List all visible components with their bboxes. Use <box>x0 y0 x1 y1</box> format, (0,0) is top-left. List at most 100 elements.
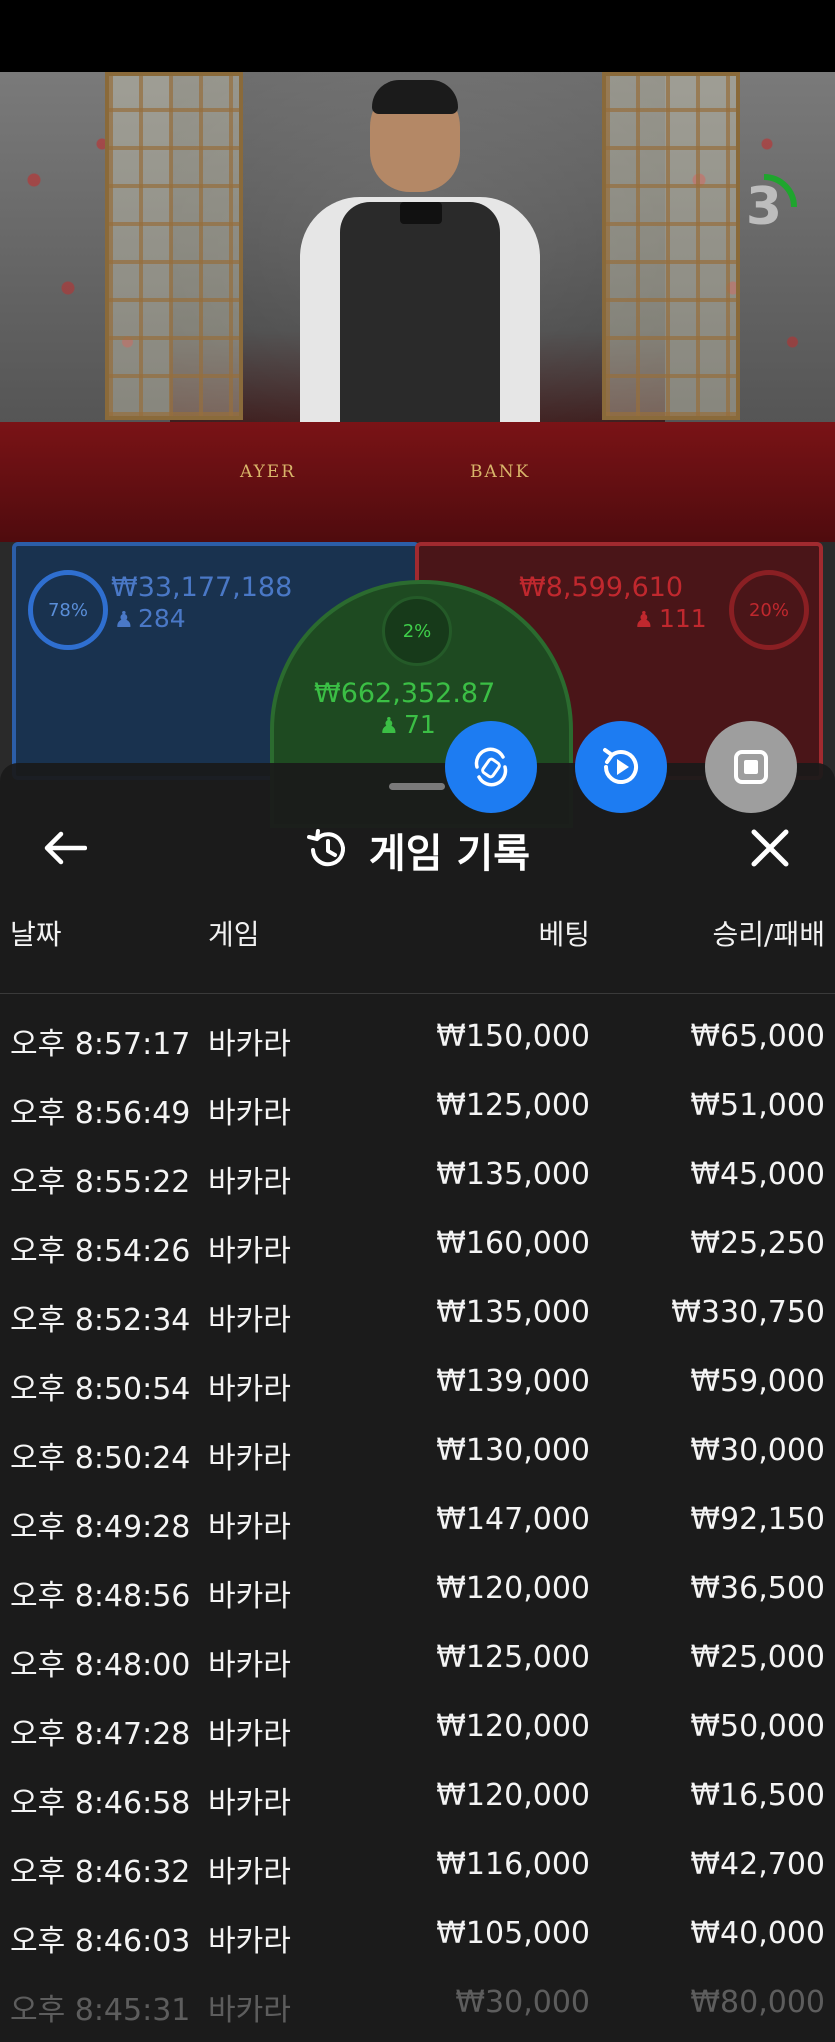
rotate-icon <box>474 747 508 787</box>
row-date: 오후 8:48:00 <box>10 1648 191 1683</box>
row-bet: ₩120,000 <box>436 1709 590 1744</box>
row-result: ₩16,500 <box>690 1778 825 1813</box>
table-felt: AYER BANK <box>0 422 835 542</box>
history-row[interactable]: 오후 8:57:17 바카라 ₩150,000 ₩65,000 <box>0 1011 835 1080</box>
column-bet: 베팅 <box>538 918 590 951</box>
history-row[interactable]: 오후 8:45:31 바카라 ₩30,000 ₩80,000 <box>0 1977 835 2042</box>
row-result: ₩25,000 <box>690 1640 825 1675</box>
row-bet: ₩139,000 <box>436 1364 590 1399</box>
history-row[interactable]: 오후 8:48:00 바카라 ₩125,000 ₩25,000 <box>0 1632 835 1701</box>
row-game: 바카라 <box>208 1165 291 1200</box>
row-game: 바카라 <box>208 1855 291 1890</box>
row-game: 바카라 <box>208 1786 291 1821</box>
banker-percent-ring: 20% <box>729 570 809 650</box>
user-icon: ♟ <box>114 608 134 633</box>
replay-button[interactable] <box>575 721 667 813</box>
row-bet: ₩135,000 <box>436 1295 590 1330</box>
row-date: 오후 8:46:32 <box>10 1855 191 1890</box>
row-game: 바카라 <box>208 1027 291 1062</box>
tie-count: 71 <box>404 710 436 739</box>
row-bet: ₩130,000 <box>436 1433 590 1468</box>
row-game: 바카라 <box>208 1372 291 1407</box>
player-count: 284 <box>138 604 186 633</box>
banker-amount: ₩8,599,610 <box>519 572 684 603</box>
row-result: ₩80,000 <box>690 1985 825 2020</box>
row-result: ₩36,500 <box>690 1571 825 1606</box>
player-felt-label: AYER <box>240 462 297 482</box>
row-game: 바카라 <box>208 1717 291 1752</box>
banker-felt-label: BANK <box>470 462 531 482</box>
row-game: 바카라 <box>208 1303 291 1338</box>
banker-count: 111 <box>659 604 707 633</box>
row-result: ₩30,000 <box>690 1433 825 1468</box>
rotate-button[interactable] <box>445 721 537 813</box>
row-bet: ₩116,000 <box>436 1847 590 1882</box>
user-icon: ♟ <box>634 608 654 633</box>
row-date: 오후 8:56:49 <box>10 1096 191 1131</box>
row-game: 바카라 <box>208 1993 291 2028</box>
live-video: AYER BANK 3 <box>0 72 835 542</box>
row-result: ₩59,000 <box>690 1364 825 1399</box>
stop-icon <box>734 750 768 784</box>
row-result: ₩92,150 <box>690 1502 825 1537</box>
panel-header: 게임 기록 <box>0 803 835 893</box>
row-date: 오후 8:46:03 <box>10 1924 191 1959</box>
history-row[interactable]: 오후 8:56:49 바카라 ₩125,000 ₩51,000 <box>0 1080 835 1149</box>
row-result: ₩330,750 <box>671 1295 825 1330</box>
lattice-screen-left <box>105 72 243 420</box>
history-row[interactable]: 오후 8:49:28 바카라 ₩147,000 ₩92,150 <box>0 1494 835 1563</box>
row-result: ₩25,250 <box>690 1226 825 1261</box>
header-divider <box>0 993 835 994</box>
history-icon <box>306 829 345 867</box>
stop-button[interactable] <box>705 721 797 813</box>
column-date: 날짜 <box>10 918 62 951</box>
row-date: 오후 8:54:26 <box>10 1234 191 1269</box>
tie-amount: ₩662,352.87 <box>314 678 496 709</box>
history-row[interactable]: 오후 8:50:24 바카라 ₩130,000 ₩30,000 <box>0 1425 835 1494</box>
column-game: 게임 <box>208 918 260 951</box>
row-result: ₩40,000 <box>690 1916 825 1951</box>
dealer <box>300 80 540 462</box>
history-row[interactable]: 오후 8:46:58 바카라 ₩120,000 ₩16,500 <box>0 1770 835 1839</box>
drag-handle[interactable] <box>389 783 445 790</box>
row-result: ₩51,000 <box>690 1088 825 1123</box>
row-date: 오후 8:45:31 <box>10 1993 191 2028</box>
history-row[interactable]: 오후 8:46:03 바카라 ₩105,000 ₩40,000 <box>0 1908 835 1977</box>
row-bet: ₩120,000 <box>436 1571 590 1606</box>
row-result: ₩50,000 <box>690 1709 825 1744</box>
history-row[interactable]: 오후 8:52:34 바카라 ₩135,000 ₩330,750 <box>0 1287 835 1356</box>
history-row[interactable]: 오후 8:48:56 바카라 ₩120,000 ₩36,500 <box>0 1563 835 1632</box>
countdown-timer: 3 <box>729 172 799 242</box>
row-result: ₩42,700 <box>690 1847 825 1882</box>
user-icon: ♟ <box>379 714 399 739</box>
history-row[interactable]: 오후 8:50:54 바카라 ₩139,000 ₩59,000 <box>0 1356 835 1425</box>
row-game: 바카라 <box>208 1234 291 1269</box>
row-date: 오후 8:50:24 <box>10 1441 191 1476</box>
row-game: 바카라 <box>208 1441 291 1476</box>
row-date: 오후 8:55:22 <box>10 1165 191 1200</box>
player-amount: ₩33,177,188 <box>111 572 293 603</box>
replay-icon <box>603 748 638 784</box>
history-row[interactable]: 오후 8:54:26 바카라 ₩160,000 ₩25,250 <box>0 1218 835 1287</box>
row-bet: ₩125,000 <box>436 1088 590 1123</box>
row-bet: ₩30,000 <box>455 1985 590 2020</box>
row-bet: ₩125,000 <box>436 1640 590 1675</box>
history-row[interactable]: 오후 8:46:32 바카라 ₩116,000 ₩42,700 <box>0 1839 835 1908</box>
panel-title-group: 게임 기록 <box>0 821 835 879</box>
status-bar <box>0 0 835 72</box>
row-result: ₩65,000 <box>690 1019 825 1054</box>
player-percent-ring: 78% <box>28 570 108 650</box>
close-button[interactable] <box>745 823 795 873</box>
column-result: 승리/패배 <box>712 918 825 951</box>
row-game: 바카라 <box>208 1510 291 1545</box>
history-row[interactable]: 오후 8:55:22 바카라 ₩135,000 ₩45,000 <box>0 1149 835 1218</box>
timer-value: 3 <box>745 177 783 237</box>
row-game: 바카라 <box>208 1096 291 1131</box>
tie-percent-ring: 2% <box>382 596 452 666</box>
row-bet: ₩120,000 <box>436 1778 590 1813</box>
history-list: 오후 8:57:17 바카라 ₩150,000 ₩65,000 오후 8:56:49 바카… <box>0 1011 835 2042</box>
row-bet: ₩105,000 <box>436 1916 590 1951</box>
row-game: 바카라 <box>208 1579 291 1614</box>
panel-title: 게임 기록 <box>368 831 531 877</box>
history-row[interactable]: 오후 8:47:28 바카라 ₩120,000 ₩50,000 <box>0 1701 835 1770</box>
